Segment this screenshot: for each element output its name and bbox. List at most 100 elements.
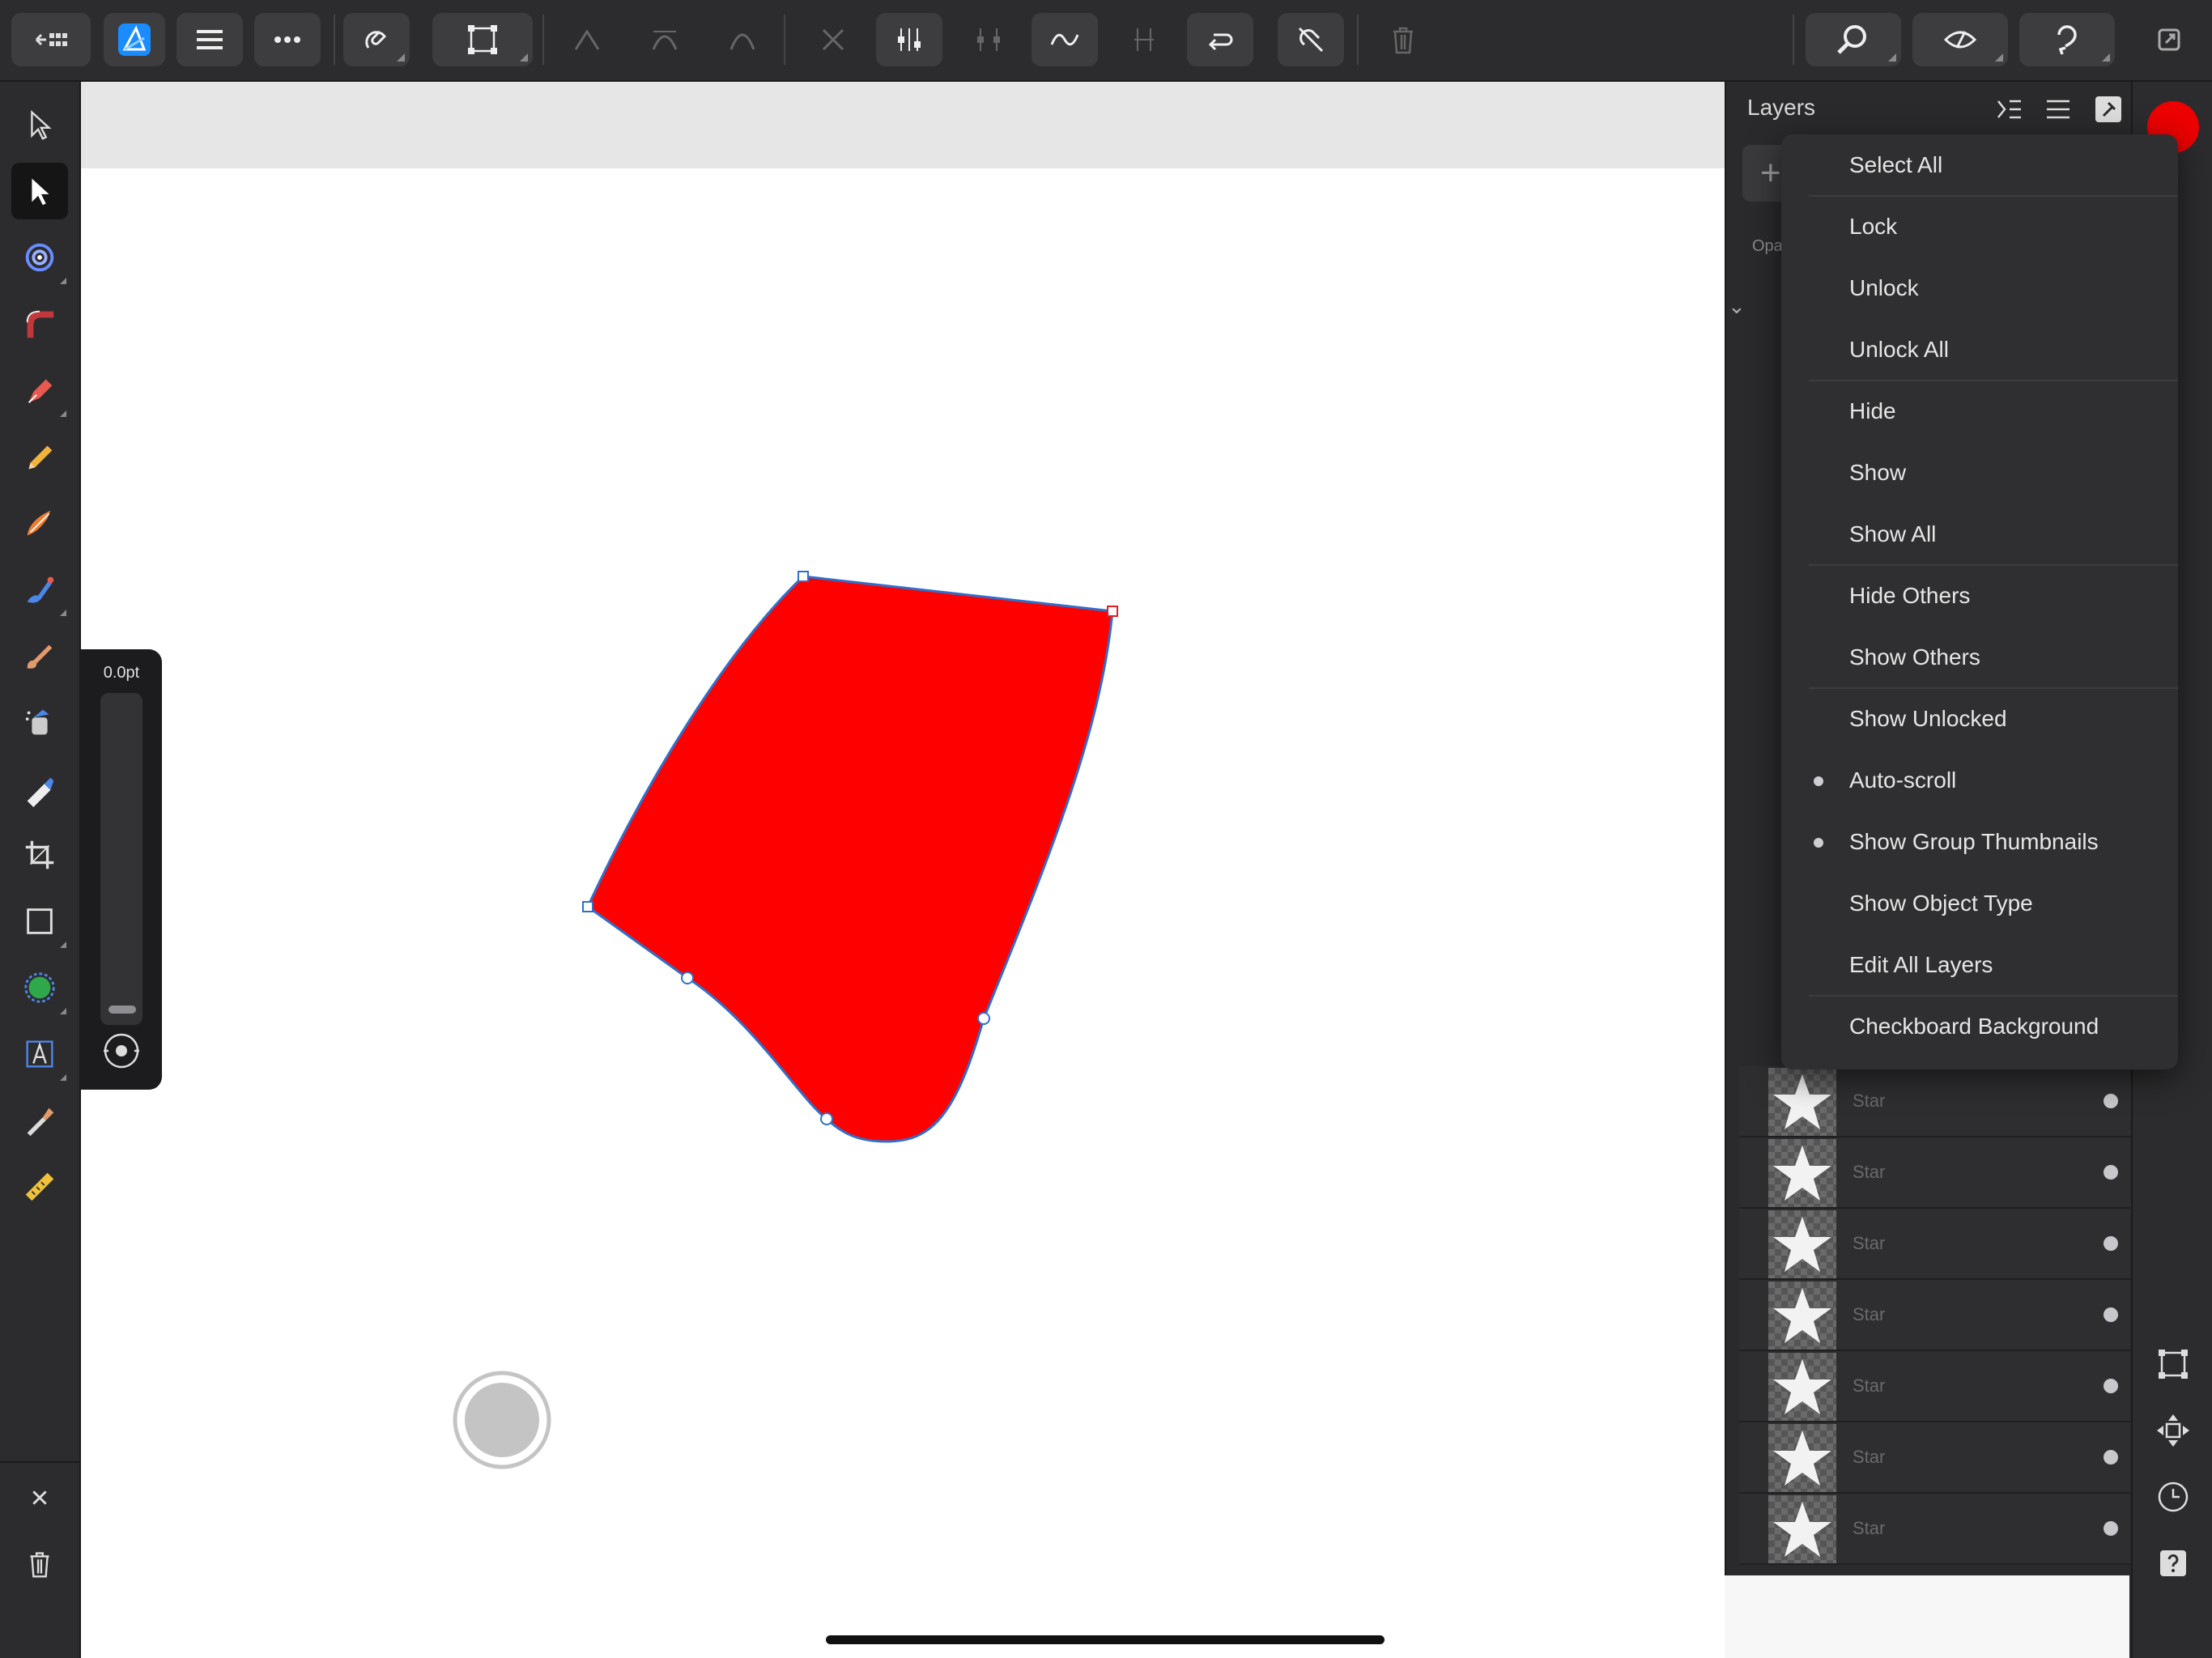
visibility-toggle[interactable] xyxy=(2104,1165,2118,1180)
menu-item-unlock[interactable]: Unlock xyxy=(1781,257,2178,319)
slider-track[interactable] xyxy=(100,693,143,1025)
undo-redo-button[interactable] xyxy=(2019,13,2115,66)
layer-name: Star xyxy=(1853,1304,1886,1324)
layer-row[interactable]: Star xyxy=(1739,1137,2133,1209)
star-icon xyxy=(1773,1074,1831,1129)
menu-item-label: Checkboard Background xyxy=(1849,1014,2099,1039)
layer-name: Star xyxy=(1853,1518,1886,1538)
visibility-toggle[interactable] xyxy=(2104,1521,2118,1536)
modifier-controller-button[interactable] xyxy=(452,1370,552,1470)
slider-thumb[interactable] xyxy=(108,1005,136,1014)
menu-item-label: Show Others xyxy=(1849,644,1980,670)
layers-header: Layers xyxy=(1726,82,2133,135)
menu-item-checkboard-background[interactable]: Checkboard Background xyxy=(1781,996,2178,1057)
menu-item-label: Edit All Layers xyxy=(1849,952,1993,977)
node-handle xyxy=(798,571,809,582)
star-icon xyxy=(1773,1431,1831,1486)
node-handle xyxy=(977,1012,990,1025)
menu-item-label: Hide Others xyxy=(1849,583,1971,608)
menu-item-label: Show Unlocked xyxy=(1849,706,2007,731)
stroke-width-slider[interactable]: 0.0pt xyxy=(81,649,162,1090)
menu-item-label: Unlock xyxy=(1849,275,1919,300)
menu-item-select-all[interactable]: Select All xyxy=(1781,134,2178,196)
menu-item-hide[interactable]: Hide xyxy=(1781,380,2178,442)
expand-chevron-icon[interactable]: ⌄ xyxy=(1728,294,1746,319)
menu-item-show[interactable]: Show xyxy=(1781,442,2178,504)
layer-name: Star xyxy=(1853,1447,1886,1467)
preview-button[interactable] xyxy=(1912,13,2008,66)
layer-name: Star xyxy=(1853,1375,1886,1396)
node-handle xyxy=(820,1112,833,1125)
layer-thumbnail xyxy=(1768,1139,1836,1207)
history-icon[interactable] xyxy=(2154,1477,2193,1516)
menu-item-edit-all-layers[interactable]: Edit All Layers xyxy=(1781,934,2178,996)
menu-item-show-unlocked[interactable]: Show Unlocked xyxy=(1781,688,2178,750)
menu-item-show-others[interactable]: Show Others xyxy=(1781,627,2178,688)
opacity-label: Opa xyxy=(1752,237,1783,255)
preview-icon xyxy=(1943,31,1977,49)
menu-item-show-group-thumbnails[interactable]: Show Group Thumbnails xyxy=(1781,811,2178,873)
node-handle-selected xyxy=(1107,606,1118,617)
node-handle xyxy=(582,901,593,912)
visibility-toggle[interactable] xyxy=(2104,1307,2118,1322)
layers-title: Layers xyxy=(1747,95,1816,120)
home-indicator xyxy=(826,1635,1385,1644)
view-icon xyxy=(1837,25,1866,54)
checkmark-icon xyxy=(1814,776,1823,786)
layer-name: Star xyxy=(1853,1233,1886,1253)
layer-row[interactable]: Star xyxy=(1739,1280,2133,1351)
layer-thumbnail xyxy=(1768,1068,1836,1136)
menu-item-label: Show Group Thumbnails xyxy=(1849,829,2099,854)
visibility-toggle[interactable] xyxy=(2104,1450,2118,1465)
star-icon xyxy=(1773,1502,1831,1557)
collapse-panel-icon[interactable] xyxy=(1993,93,2026,125)
star-icon xyxy=(1773,1359,1831,1414)
visibility-toggle[interactable] xyxy=(2104,1236,2118,1251)
menu-item-label: Show xyxy=(1849,460,1907,485)
layer-thumbnail xyxy=(1768,1424,1836,1492)
layer-row[interactable]: Star xyxy=(1739,1422,2133,1494)
help-icon[interactable] xyxy=(2154,1544,2193,1583)
star-icon xyxy=(1773,1217,1831,1272)
fullscreen-icon xyxy=(2158,28,2180,51)
view-button[interactable] xyxy=(1806,13,1901,66)
undo-redo-icon xyxy=(2057,25,2077,55)
visibility-toggle[interactable] xyxy=(2104,1379,2118,1393)
star-icon xyxy=(1773,1288,1831,1343)
red-shape xyxy=(586,575,1114,1143)
transform-studio-icon[interactable] xyxy=(2154,1345,2193,1384)
layer-thumbnail xyxy=(1768,1353,1836,1421)
menu-item-label: Lock xyxy=(1849,214,1898,239)
layer-thumbnail xyxy=(1768,1282,1836,1350)
visibility-toggle[interactable] xyxy=(2104,1094,2118,1108)
node-handle xyxy=(681,971,694,984)
layer-row[interactable]: Star xyxy=(1739,1209,2133,1280)
menu-item-label: Show Object Type xyxy=(1849,891,2033,916)
checkmark-icon xyxy=(1814,838,1823,848)
curve-shape[interactable] xyxy=(0,0,1725,1658)
fullscreen-button[interactable] xyxy=(2141,13,2197,66)
menu-item-hide-others[interactable]: Hide Others xyxy=(1781,565,2178,627)
layer-thumbnail xyxy=(1768,1495,1836,1563)
menu-item-lock[interactable]: Lock xyxy=(1781,196,2178,257)
menu-item-unlock-all[interactable]: Unlock All xyxy=(1781,319,2178,380)
menu-item-label: Select All xyxy=(1849,152,1943,177)
stroke-width-value: 0.0pt xyxy=(103,664,140,682)
layer-name: Star xyxy=(1853,1090,1886,1111)
toolbar-divider xyxy=(1793,15,1794,65)
menu-item-auto-scroll[interactable]: Auto-scroll xyxy=(1781,750,2178,811)
menu-item-show-all[interactable]: Show All xyxy=(1781,504,2178,565)
pin-icon[interactable] xyxy=(2092,93,2125,125)
layer-row[interactable]: Star xyxy=(1739,1066,2133,1137)
layer-row[interactable]: Star xyxy=(1739,1494,2133,1565)
layer-name: Star xyxy=(1853,1162,1886,1182)
menu-item-label: Unlock All xyxy=(1849,337,1949,362)
star-icon xyxy=(1773,1146,1831,1201)
layers-menu-icon[interactable] xyxy=(2042,93,2074,125)
menu-item-label: Hide xyxy=(1849,398,1896,423)
pressure-toggle-icon[interactable] xyxy=(100,1030,143,1072)
menu-item-show-object-type[interactable]: Show Object Type xyxy=(1781,873,2178,934)
navigator-icon[interactable] xyxy=(2154,1411,2193,1450)
layer-row[interactable]: Star xyxy=(1739,1351,2133,1422)
menu-item-label: Auto-scroll xyxy=(1849,767,1957,793)
